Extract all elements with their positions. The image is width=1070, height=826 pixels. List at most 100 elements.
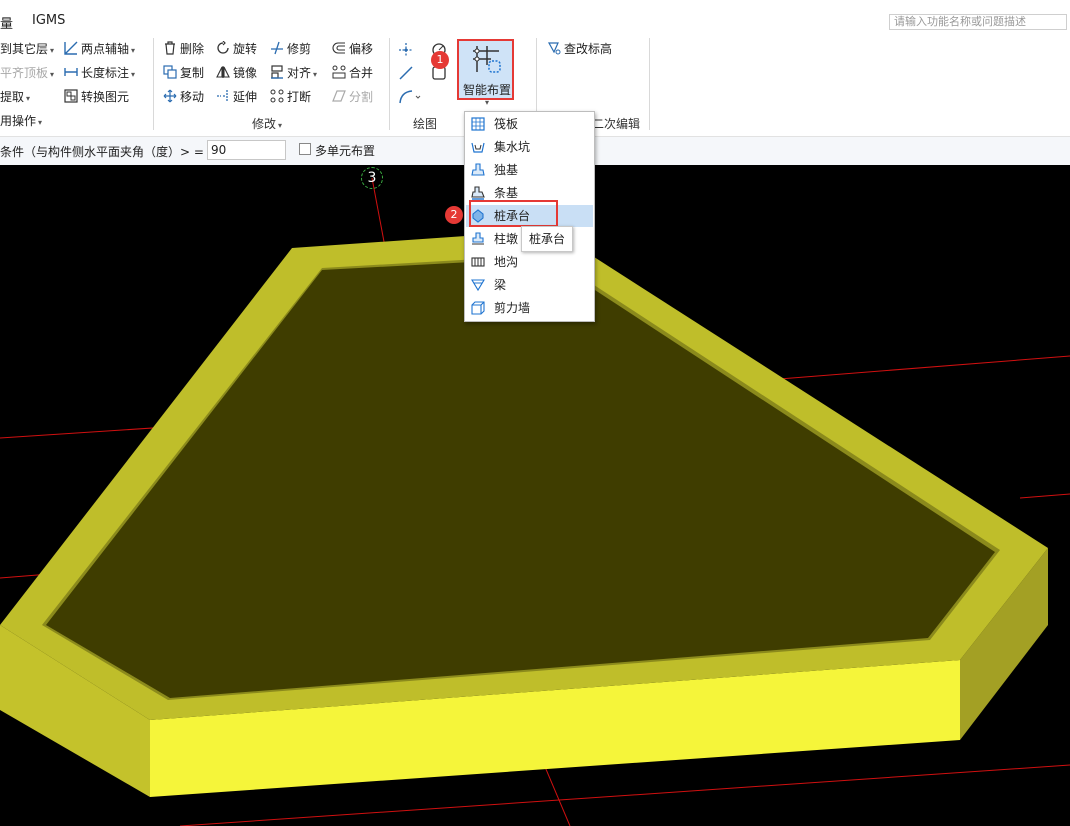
modify-group-label[interactable]: 修改 ▾ xyxy=(252,115,282,132)
dropdown-item-label: 梁 xyxy=(494,278,507,292)
convert-element-icon xyxy=(64,89,78,103)
align-top-slab-button[interactable]: 平齐顶板 ▾ xyxy=(0,63,54,83)
smart-layout-button[interactable]: 智能布置 xyxy=(457,39,514,100)
dropdown-item-shear-wall[interactable]: 剪力墙 xyxy=(466,297,593,319)
group-separator xyxy=(649,38,650,130)
move-icon xyxy=(163,89,177,103)
dropdown-item-label: 筏板 xyxy=(494,117,519,131)
trench-icon xyxy=(471,257,485,267)
merge-icon xyxy=(332,65,346,79)
rotate-label: 旋转 xyxy=(233,42,258,56)
arc-draw-icon[interactable] xyxy=(397,88,423,106)
common-ops-group-label[interactable]: 用操作 ▾ xyxy=(0,111,42,131)
smart-layout-label: 智能布置 xyxy=(463,83,512,97)
length-dimension-label: 长度标注 xyxy=(81,66,130,80)
chevron-down-icon: ▾ xyxy=(50,46,55,55)
trim-label: 修剪 xyxy=(287,42,312,56)
align-label: 对齐 xyxy=(287,66,312,80)
length-dimension-button[interactable]: 长度标注 ▾ xyxy=(64,63,135,83)
check-elevation-button[interactable]: 查改标高 xyxy=(547,39,612,59)
dropdown-item-sump[interactable]: 集水坑 xyxy=(466,136,593,158)
extend-label: 延伸 xyxy=(233,90,258,104)
beam-icon xyxy=(471,279,485,292)
smart-layout-icon xyxy=(473,46,501,73)
check-elevation-label: 查改标高 xyxy=(564,42,613,56)
mirror-label: 镜像 xyxy=(233,66,258,80)
break-icon xyxy=(270,89,284,103)
two-point-axis-button[interactable]: 两点辅轴 ▾ xyxy=(64,39,135,59)
copy-button[interactable]: 复制 xyxy=(163,63,204,83)
chevron-down-icon: ▾ xyxy=(131,70,136,79)
extend-button[interactable]: 延伸 xyxy=(216,87,257,107)
copy-label: 复制 xyxy=(180,66,205,80)
rotate-button[interactable]: 旋转 xyxy=(216,39,257,59)
rotate-icon xyxy=(217,41,229,54)
point-draw-icon[interactable] xyxy=(397,41,415,59)
isolated-footing-icon xyxy=(471,163,485,176)
dropdown-item-label: 独基 xyxy=(494,163,519,177)
convert-element-button[interactable]: 转换图元 xyxy=(64,87,129,107)
move-label: 移动 xyxy=(180,90,205,104)
common-ops-label: 用操作 xyxy=(0,114,37,128)
convert-element-label: 转换图元 xyxy=(81,90,130,104)
chevron-down-icon: ▾ xyxy=(131,46,136,55)
offset-button[interactable]: 偏移 xyxy=(332,39,373,59)
trim-button[interactable]: 修剪 xyxy=(270,39,311,59)
delete-button[interactable]: 删除 xyxy=(163,39,204,59)
split-label: 分割 xyxy=(349,90,374,104)
offset-label: 偏移 xyxy=(349,42,374,56)
dropdown-item-trench[interactable]: 地沟 xyxy=(466,251,593,273)
pile-cap-tooltip: 桩承台 xyxy=(521,226,574,252)
step-badge-1: 1 xyxy=(431,51,449,69)
mirror-button[interactable]: 镜像 xyxy=(216,63,257,83)
length-dimension-icon xyxy=(64,68,78,76)
merge-label: 合并 xyxy=(349,66,374,80)
angle-input[interactable]: 90 xyxy=(207,140,286,160)
extract-label: 提取 xyxy=(0,90,25,104)
dropdown-item-label: 剪力墙 xyxy=(494,301,531,315)
modify-label-text: 修改 xyxy=(252,117,277,131)
group-separator xyxy=(153,38,154,130)
multi-unit-checkbox[interactable] xyxy=(299,143,311,155)
sump-icon xyxy=(471,142,485,153)
extract-button[interactable]: 提取 ▾ xyxy=(0,87,30,107)
chevron-down-icon: ▾ xyxy=(485,98,490,107)
extend-icon xyxy=(217,90,228,102)
menu-bar: 量 IGMS 请输入功能名称或问题描述 xyxy=(0,0,1070,36)
to-other-layer-label: 到其它层 xyxy=(0,42,49,56)
secondary-edit-group-label: 二次编辑 xyxy=(592,117,641,131)
search-input[interactable]: 请输入功能名称或问题描述 xyxy=(889,14,1067,30)
dropdown-item-isolated-footing[interactable]: 独基 xyxy=(466,159,593,181)
break-button[interactable]: 打断 xyxy=(270,87,311,107)
merge-button[interactable]: 合并 xyxy=(332,63,373,83)
menu-item-igms[interactable]: IGMS xyxy=(32,13,65,28)
chevron-down-icon: ▾ xyxy=(50,70,55,79)
axis-marker-3[interactable]: 3 xyxy=(361,167,383,189)
dropdown-item-label: 柱墩 xyxy=(494,232,519,246)
copy-icon xyxy=(163,65,177,79)
draw-group-label: 绘图 xyxy=(413,117,438,131)
chevron-down-icon: ▾ xyxy=(26,94,31,103)
align-icon xyxy=(271,65,283,79)
trash-icon xyxy=(165,41,175,55)
dropdown-item-raft[interactable]: 筏板 xyxy=(466,113,593,135)
strip-footing-icon xyxy=(471,186,485,200)
elevation-icon xyxy=(547,42,561,55)
align-button[interactable]: 对齐 ▾ xyxy=(270,63,317,83)
two-point-axis-icon xyxy=(64,41,78,55)
slab-top-surface xyxy=(46,258,995,698)
menu-item-partial[interactable]: 量 xyxy=(0,13,13,32)
split-icon xyxy=(332,90,346,102)
to-other-layer-button[interactable]: 到其它层 ▾ xyxy=(0,39,54,59)
break-label: 打断 xyxy=(287,90,312,104)
mirror-icon xyxy=(216,66,230,78)
offset-icon xyxy=(332,42,345,54)
align-top-slab-label: 平齐顶板 xyxy=(0,66,49,80)
shear-wall-icon xyxy=(471,301,485,315)
split-button[interactable]: 分割 xyxy=(332,87,373,107)
line-draw-icon[interactable] xyxy=(397,64,415,82)
move-button[interactable]: 移动 xyxy=(163,87,204,107)
dropdown-item-label: 集水坑 xyxy=(494,140,531,154)
step-badge-2: 2 xyxy=(445,206,463,224)
dropdown-item-beam[interactable]: 梁 xyxy=(466,274,593,296)
